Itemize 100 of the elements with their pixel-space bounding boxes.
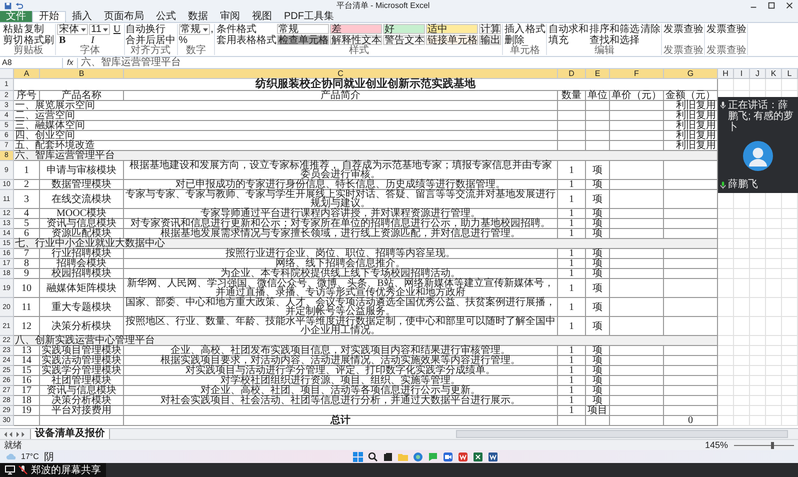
save-icon[interactable]	[4, 2, 12, 10]
column-header[interactable]: H	[718, 69, 734, 79]
empty-cell	[734, 249, 750, 259]
empty-cell	[558, 121, 586, 131]
task-view-icon[interactable]	[382, 452, 393, 462]
screen-share-badge: 郑波的屏幕共享	[0, 463, 106, 477]
maximize-icon[interactable]	[767, 1, 776, 10]
column-header[interactable]: A	[14, 69, 40, 79]
ribbon-button[interactable]: 插入	[504, 24, 524, 35]
horizontal-scrollbar[interactable]	[456, 430, 788, 438]
cell-style-option[interactable]: 常规	[277, 24, 330, 34]
ribbon-button[interactable]: 合并后居中	[126, 35, 176, 46]
column-header[interactable]: D	[558, 69, 586, 79]
ribbon-button[interactable]: 删除	[504, 35, 524, 46]
empty-cell	[782, 249, 798, 259]
column-header[interactable]: F	[610, 69, 664, 79]
cell-style-option[interactable]: 警告文本	[383, 35, 426, 45]
column-header[interactable]: K	[766, 69, 782, 79]
ribbon-button[interactable]: 自动求和	[548, 24, 588, 35]
caret-icon[interactable]	[202, 28, 208, 32]
ribbon-tab[interactable]: 开始	[32, 11, 66, 22]
ribbon-tab[interactable]: 审阅	[214, 11, 246, 22]
empty-cell	[734, 396, 750, 406]
cell-style-option[interactable]: 好	[383, 24, 426, 34]
table-cell: 项	[586, 219, 610, 229]
column-header[interactable]: J	[750, 69, 766, 79]
column-header[interactable]: I	[734, 69, 750, 79]
table-cell: 三、融媒体空间	[14, 121, 558, 131]
ribbon-button[interactable]: U	[111, 24, 123, 35]
ribbon-button[interactable]: 自动换行	[126, 24, 176, 35]
table-cell: 七、行业中小企业就业大数据中心	[14, 239, 718, 249]
column-header[interactable]: C	[124, 69, 558, 79]
ribbon-tab[interactable]: 文件	[0, 11, 32, 22]
cell-style-option[interactable]: 解释性文本	[330, 35, 382, 45]
caret-icon[interactable]	[81, 28, 86, 32]
column-header[interactable]: G	[664, 69, 718, 79]
spreadsheet-app-icon[interactable]	[472, 452, 483, 462]
caret-icon[interactable]	[103, 28, 108, 32]
document-app-icon[interactable]	[488, 452, 498, 462]
empty-cell	[782, 416, 798, 426]
cell-style-option[interactable]: 输出	[479, 35, 502, 45]
ribbon-button[interactable]: 套用表格格式	[216, 35, 276, 46]
ribbon-button[interactable]: 复制	[24, 24, 54, 35]
ribbon-button[interactable]: 发票查验	[706, 24, 746, 35]
cell-style-option[interactable]: 适中	[426, 24, 478, 34]
ribbon-button[interactable]: 条件格式	[216, 24, 276, 35]
function-button[interactable]: fx	[63, 58, 78, 67]
ribbon-button[interactable]: 发票查验	[663, 24, 704, 35]
ribbon-button[interactable]: 格式刷	[24, 35, 54, 46]
empty-cell	[750, 396, 766, 406]
table-cell: 网络、线下招聘会信息推介。	[124, 259, 558, 269]
ribbon-tab[interactable]: 公式	[150, 11, 182, 22]
undo-icon[interactable]	[15, 2, 23, 10]
cell-style-option[interactable]: 差	[330, 24, 382, 34]
table-cell: 项	[586, 190, 610, 209]
ribbon-button[interactable]: I	[89, 35, 110, 46]
ribbon-tab[interactable]: 视图	[246, 11, 278, 22]
cell-style-option[interactable]: 链接单元格	[426, 35, 478, 45]
search-icon[interactable]	[368, 452, 378, 462]
windows-start-icon[interactable]	[352, 452, 363, 462]
cell-style-option[interactable]: 计算	[479, 24, 502, 34]
meeting-app-icon[interactable]	[442, 452, 453, 462]
ribbon-button[interactable]: %	[178, 35, 210, 46]
ribbon-tab[interactable]: 插入	[66, 11, 98, 22]
sheet-tab[interactable]: 设备清单及报价	[30, 428, 110, 440]
ribbon-tab[interactable]: PDF工具集	[278, 11, 340, 22]
ribbon-dropdown[interactable]: 常规	[178, 24, 210, 35]
table-cell: 决策分析模块	[40, 396, 124, 406]
empty-cell	[782, 346, 798, 356]
ribbon-button[interactable]: 填充	[548, 35, 588, 46]
formula-field[interactable]: 六、智库运营管理平台	[77, 58, 798, 68]
ribbon-button[interactable]: B	[57, 35, 88, 46]
ribbon-tab[interactable]: 页面布局	[98, 11, 150, 22]
column-header[interactable]: L	[782, 69, 798, 79]
table-cell: 11	[14, 298, 40, 317]
ribbon-dropdown[interactable]: 宋体	[57, 24, 88, 35]
table-cell: 资讯与信息模块	[40, 219, 124, 229]
zoom-slider-thumb[interactable]	[771, 442, 774, 448]
column-header[interactable]: B	[40, 69, 124, 79]
cell-style-option[interactable]: 检查单元格	[277, 35, 330, 45]
browser-icon[interactable]	[412, 452, 423, 462]
ribbon-button[interactable]: ,	[210, 24, 214, 35]
empty-cell	[734, 406, 750, 416]
ribbon-button[interactable]: 清除	[640, 24, 660, 35]
table-cell: 重大专题模块	[40, 298, 124, 317]
ribbon-button[interactable]: 排序和筛选	[589, 24, 640, 35]
ribbon-tab[interactable]: 数据	[182, 11, 214, 22]
ribbon-button[interactable]: 格式	[525, 24, 546, 35]
ribbon-button[interactable]: 剪切	[3, 35, 23, 46]
ribbon-button[interactable]: 粘贴	[3, 24, 23, 35]
empty-cell	[718, 229, 734, 239]
empty-cell	[718, 406, 734, 416]
table-cell: 1	[558, 298, 586, 317]
office-app-icon[interactable]	[458, 452, 468, 462]
ribbon-dropdown[interactable]: 11	[89, 24, 110, 35]
table-cell: 9	[14, 269, 40, 279]
name-box[interactable]: A8	[0, 58, 63, 68]
close-icon[interactable]	[785, 1, 794, 10]
column-header[interactable]: E	[586, 69, 610, 79]
ribbon-button[interactable]: 查找和选择	[589, 35, 640, 46]
